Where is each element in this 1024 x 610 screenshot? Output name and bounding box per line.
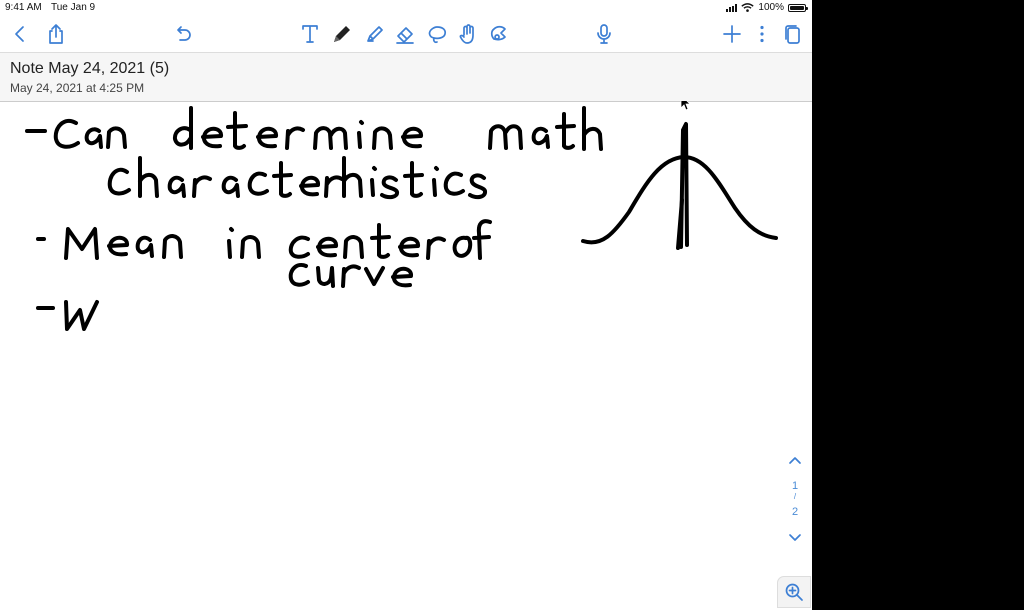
text-tool-icon [302,25,318,43]
eraser-tool-icon [396,27,414,44]
handwritten-line-can-determine-math [25,106,603,151]
page-down-button[interactable] [788,532,802,544]
status-right: 100% [726,2,808,13]
chevron-left-icon [15,26,24,42]
hand-tool-icon [459,24,474,44]
zoom-in-icon [785,583,803,601]
handwritten-line-w [36,300,99,331]
page-current: 1 [791,480,799,492]
pages-icon [785,25,800,44]
page-navigator: 1 / 2 [782,452,808,552]
shapes-tool-icon [490,25,506,41]
zoom-button[interactable] [777,576,811,608]
battery-icon [788,3,808,12]
lasso-tool-button[interactable] [423,20,451,48]
add-button[interactable] [718,20,746,48]
pen-tool-icon [334,26,350,42]
pages-button[interactable] [779,20,807,48]
more-button[interactable] [748,20,776,48]
note-header: Note May 24, 2021 (5) May 24, 2021 at 4:… [0,52,812,102]
lasso-tool-icon [428,26,447,44]
note-date: May 24, 2021 at 4:25 PM [10,81,145,95]
note-title[interactable]: Note May 24, 2021 (5) [10,60,169,78]
notes-app: 9:41 AM Tue Jan 9 100% Note May 24, 2021… [0,0,812,610]
status-time: 9:41 AM [5,2,42,13]
handwritten-line-curve [288,263,414,288]
handwriting-layer [25,94,778,331]
share-button[interactable] [42,20,70,48]
undo-button[interactable] [169,20,197,48]
microphone-button[interactable] [590,20,618,48]
page-total: 2 [791,506,799,518]
highlighter-tool-icon [367,26,383,42]
text-tool-button[interactable] [296,20,324,48]
drawing-canvas[interactable] [0,94,812,610]
more-icon [760,25,764,43]
eraser-tool-button[interactable] [391,20,419,48]
share-icon [49,24,63,44]
page-separator: / [793,492,797,501]
hand-tool-button[interactable] [454,20,482,48]
page-up-button[interactable] [788,454,802,466]
back-button[interactable] [6,20,34,48]
status-bar: 9:41 AM Tue Jan 9 100% [0,0,812,16]
undo-icon [177,26,191,41]
mouse-pointer-icon [680,94,691,111]
cellular-signal-icon [726,3,738,12]
bell-curve-sketch [581,122,778,250]
plus-icon [723,25,741,43]
status-date: Tue Jan 9 [51,2,96,13]
handwritten-line-mean-in-center-of [36,219,492,260]
wifi-icon [741,3,755,12]
battery-percent: 100% [758,2,784,13]
highlighter-tool-button[interactable] [361,20,389,48]
toolbar [0,18,812,50]
handwritten-line-characteristics [107,156,488,200]
microphone-icon [597,24,611,44]
shapes-tool-button[interactable] [485,20,513,48]
pen-tool-button[interactable] [328,20,356,48]
